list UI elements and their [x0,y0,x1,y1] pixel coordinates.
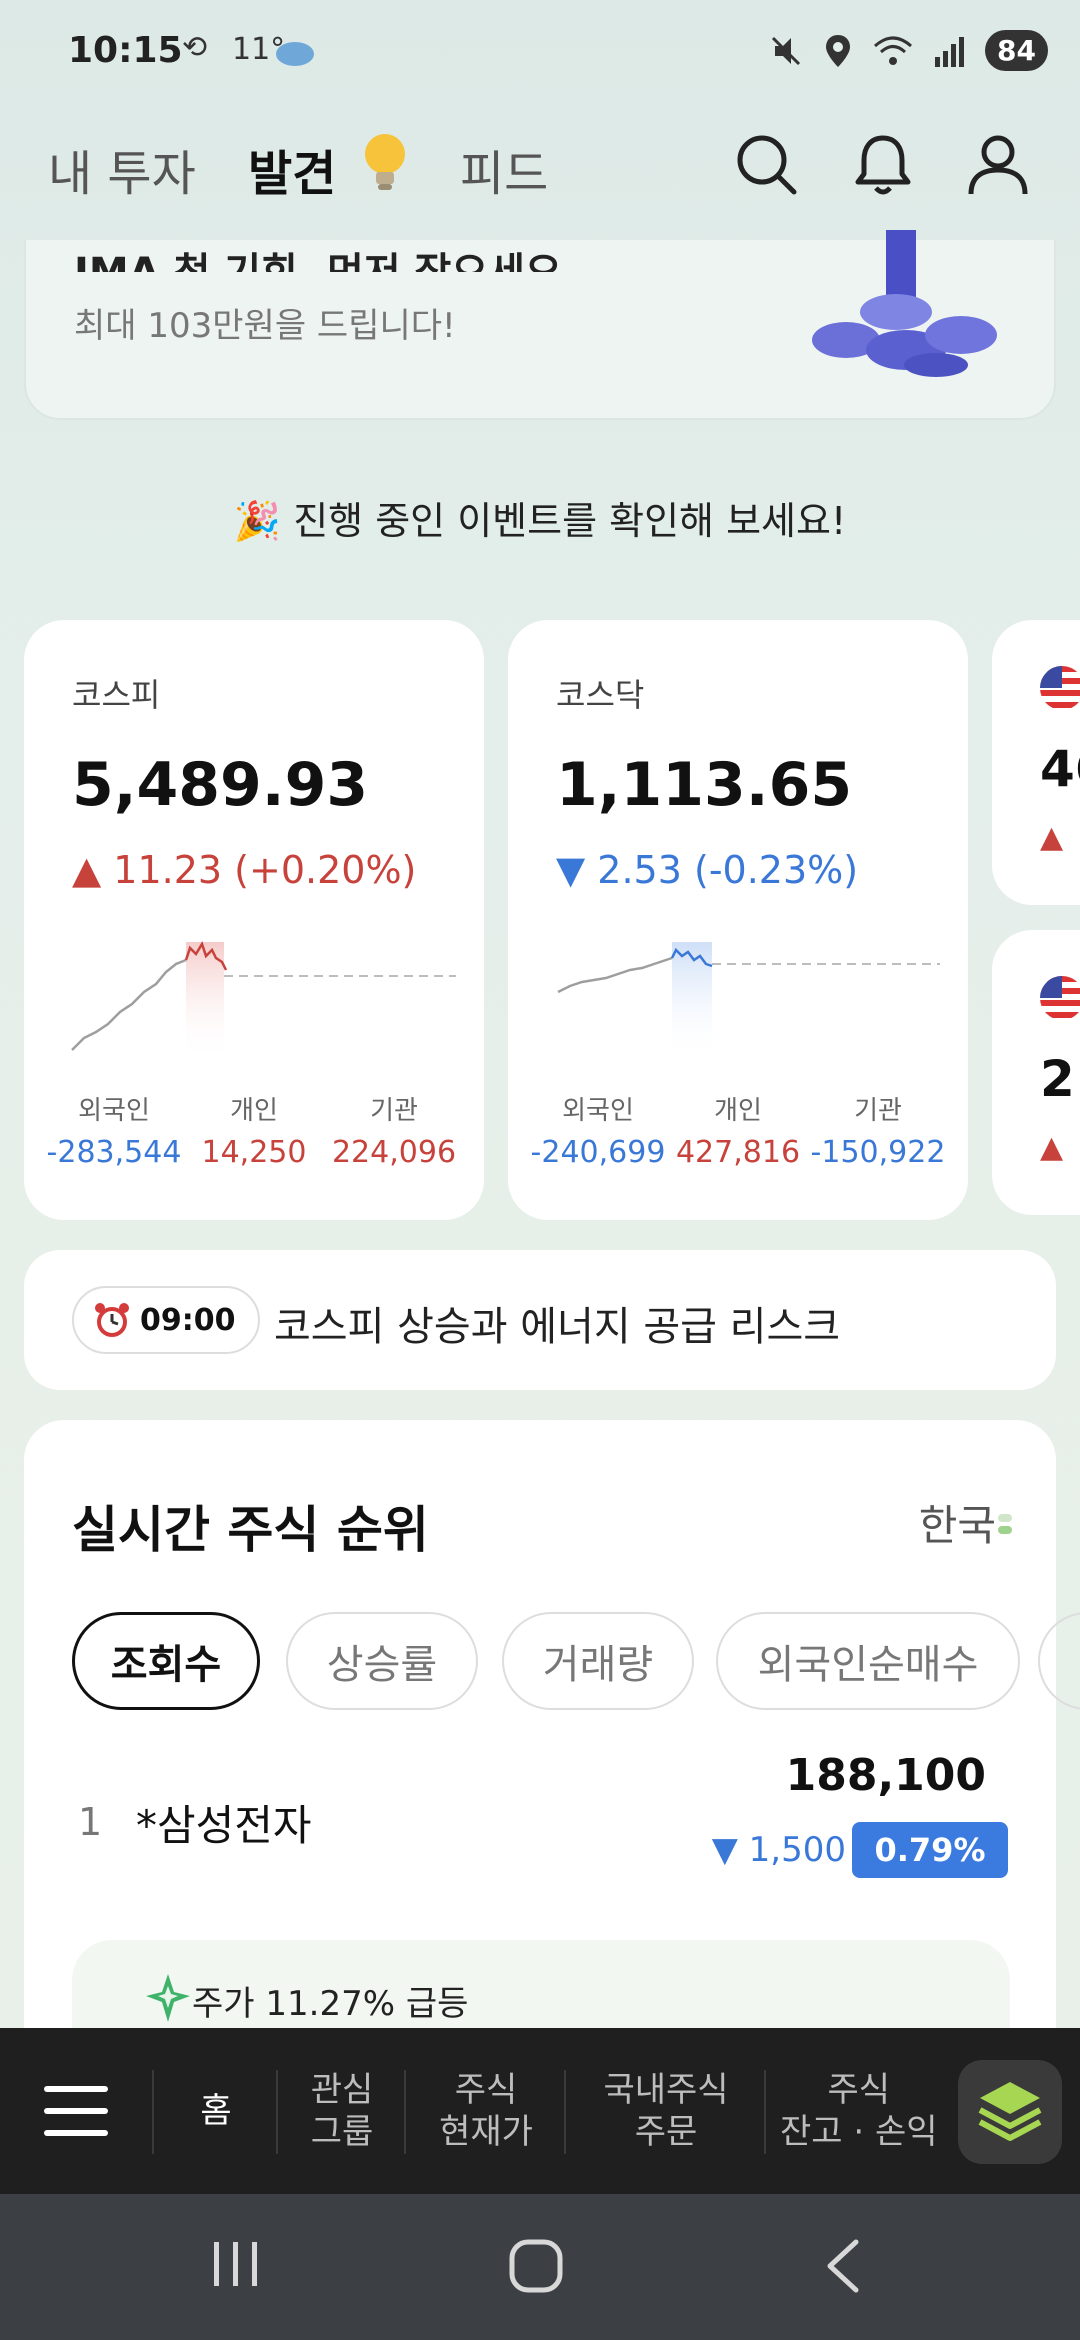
layers-button[interactable] [958,2060,1062,2164]
investor-label: 개인 [230,1096,278,1126]
ranking-title: 실시간 주식 순위 [72,1501,429,1559]
status-time: 10:15 [68,30,183,71]
index-change: ▲ 11.23 (+0.20%) [72,848,417,892]
us-flag-icon [1040,666,1080,710]
battery-indicator: 84 [985,30,1048,71]
recent-apps-icon[interactable] [208,2236,264,2292]
nav-balance-pnl[interactable]: 주식 잔고 · 손익 [780,2028,980,2194]
app-bar: 내 투자 발견 피드 [0,120,1080,240]
nav-separator [404,2070,406,2154]
row-change: ▼ 1,500 [711,1830,846,1870]
region-selector[interactable]: 한국 [919,1492,996,1553]
kospi-sparkline [71,941,456,1060]
status-bar: 10:15 ⟲ 11° 84 [0,0,1080,110]
alert-text: 주가 11.27% 급등 [192,1984,469,2024]
investor-label: 기관 [854,1096,902,1126]
tab-my-investment[interactable]: 내 투자 [48,134,196,204]
investor-individual: 개인 427,816 [658,1090,818,1170]
investor-label: 기관 [370,1096,418,1126]
row-rank: 1 [78,1800,103,1844]
menu-icon[interactable] [44,2084,108,2138]
bottom-navigation: 홈 관심 그룹 주식 현재가 국내주식 주문 주식 잔고 · 손익 [0,2028,1080,2194]
investor-value: 427,816 [675,1135,801,1170]
weather-icon [276,42,314,66]
location-icon [826,34,851,67]
news-time-chip: 09:00 [72,1286,260,1354]
lightbulb-icon [365,134,405,190]
layers-icon [978,2082,1042,2141]
nav-domestic-order[interactable]: 국내주식 주문 [568,2028,764,2194]
nav-separator [564,2070,566,2154]
nav-separator [276,2070,278,2154]
tab-discover[interactable]: 발견 [248,134,336,204]
index-name: 코스피 [72,676,161,714]
nav-watch-group[interactable]: 관심 그룹 [280,2028,404,2194]
index-value: 1,113.65 [556,750,853,820]
tab-feed[interactable]: 피드 [460,134,548,204]
nav-separator [152,2070,154,2154]
banner-title: IMA 첫 기회, 먼저 잡으세요 [74,240,562,272]
up-arrow-icon: ▲ [1040,820,1064,855]
filter-views[interactable]: 조회수 [72,1612,260,1710]
region-toggle-icon[interactable] [998,1514,1012,1536]
index-value-partial: 46 [1040,740,1080,798]
promo-banner[interactable]: IMA 첫 기회, 먼저 잡으세요 최대 103만원을 드립니다! [24,230,1056,420]
investor-value: -240,699 [530,1135,666,1170]
coins-illustration [812,230,997,377]
index-card-kospi[interactable]: 코스피 5,489.93 ▲ 11.23 (+0.20%) 외국인 -283,5… [24,620,484,1220]
investor-label: 외국인 [78,1096,150,1126]
index-change: ▼ 2.53 (-0.23%) [556,848,859,892]
row-price: 188,100 [785,1750,986,1801]
event-link[interactable]: 🎉 진행 중인 이벤트를 확인해 보세요! [0,490,1080,545]
investor-label: 개인 [714,1096,762,1126]
nav-home[interactable]: 홈 [156,2028,276,2194]
profile-icon[interactable] [963,130,1033,200]
mute-icon [771,36,801,65]
investor-institution: 기관 -150,922 [798,1090,958,1170]
home-icon[interactable] [506,2236,566,2296]
banner-subtitle: 최대 103만원을 드립니다! [74,306,456,346]
index-card-us-1[interactable]: 46 ▲ [992,620,1080,905]
investor-individual: 개인 14,250 [174,1090,334,1170]
nav-separator [764,2070,766,2154]
index-name: 코스닥 [556,676,645,714]
news-time: 09:00 [140,1302,236,1338]
wifi-icon [874,36,913,65]
filter-rise-rate[interactable]: 상승률 [286,1612,478,1710]
bell-icon[interactable] [848,130,918,200]
row-stock-name: *삼성전자 [136,1801,312,1850]
index-card-us-2[interactable]: 21 ▲ [992,930,1080,1215]
alarm-clock-icon [95,1303,129,1337]
row-percent-badge: 0.79% [852,1822,1008,1878]
search-icon[interactable] [732,130,802,200]
investor-foreign: 외국인 -283,544 [34,1090,194,1170]
investor-value: 14,250 [201,1135,307,1170]
index-value-partial: 21 [1040,1050,1080,1108]
nav-stock-quote[interactable]: 주식 현재가 [408,2028,564,2194]
market-news[interactable]: 09:00 코스피 상승과 에너지 공급 리스크 [24,1250,1056,1390]
investor-value: -150,922 [810,1135,946,1170]
filter-more[interactable] [1038,1612,1080,1710]
filter-foreign-net-buy[interactable]: 외국인순매수 [716,1612,1020,1710]
up-arrow-icon: ▲ [1040,1130,1064,1165]
index-card-kosdaq[interactable]: 코스닥 1,113.65 ▼ 2.53 (-0.23%) 외국인 -240,69… [508,620,968,1220]
investor-foreign: 외국인 -240,699 [518,1090,678,1170]
back-icon[interactable] [818,2236,868,2296]
investor-value: -283,544 [46,1135,182,1170]
kosdaq-sparkline [557,942,940,1060]
investor-label: 외국인 [562,1096,634,1126]
news-headline: 코스피 상승과 에너지 공급 리스크 [274,1304,841,1350]
system-navigation-bar [0,2194,1080,2340]
investor-institution: 기관 224,096 [314,1090,474,1170]
index-value: 5,489.93 [72,750,369,820]
sparkle-icon [146,1974,190,2022]
us-flag-icon [1040,976,1080,1020]
investor-value: 224,096 [331,1135,457,1170]
filter-volume[interactable]: 거래량 [502,1612,694,1710]
signal-icon [935,36,965,67]
data-saver-icon: ⟲ [182,30,208,65]
